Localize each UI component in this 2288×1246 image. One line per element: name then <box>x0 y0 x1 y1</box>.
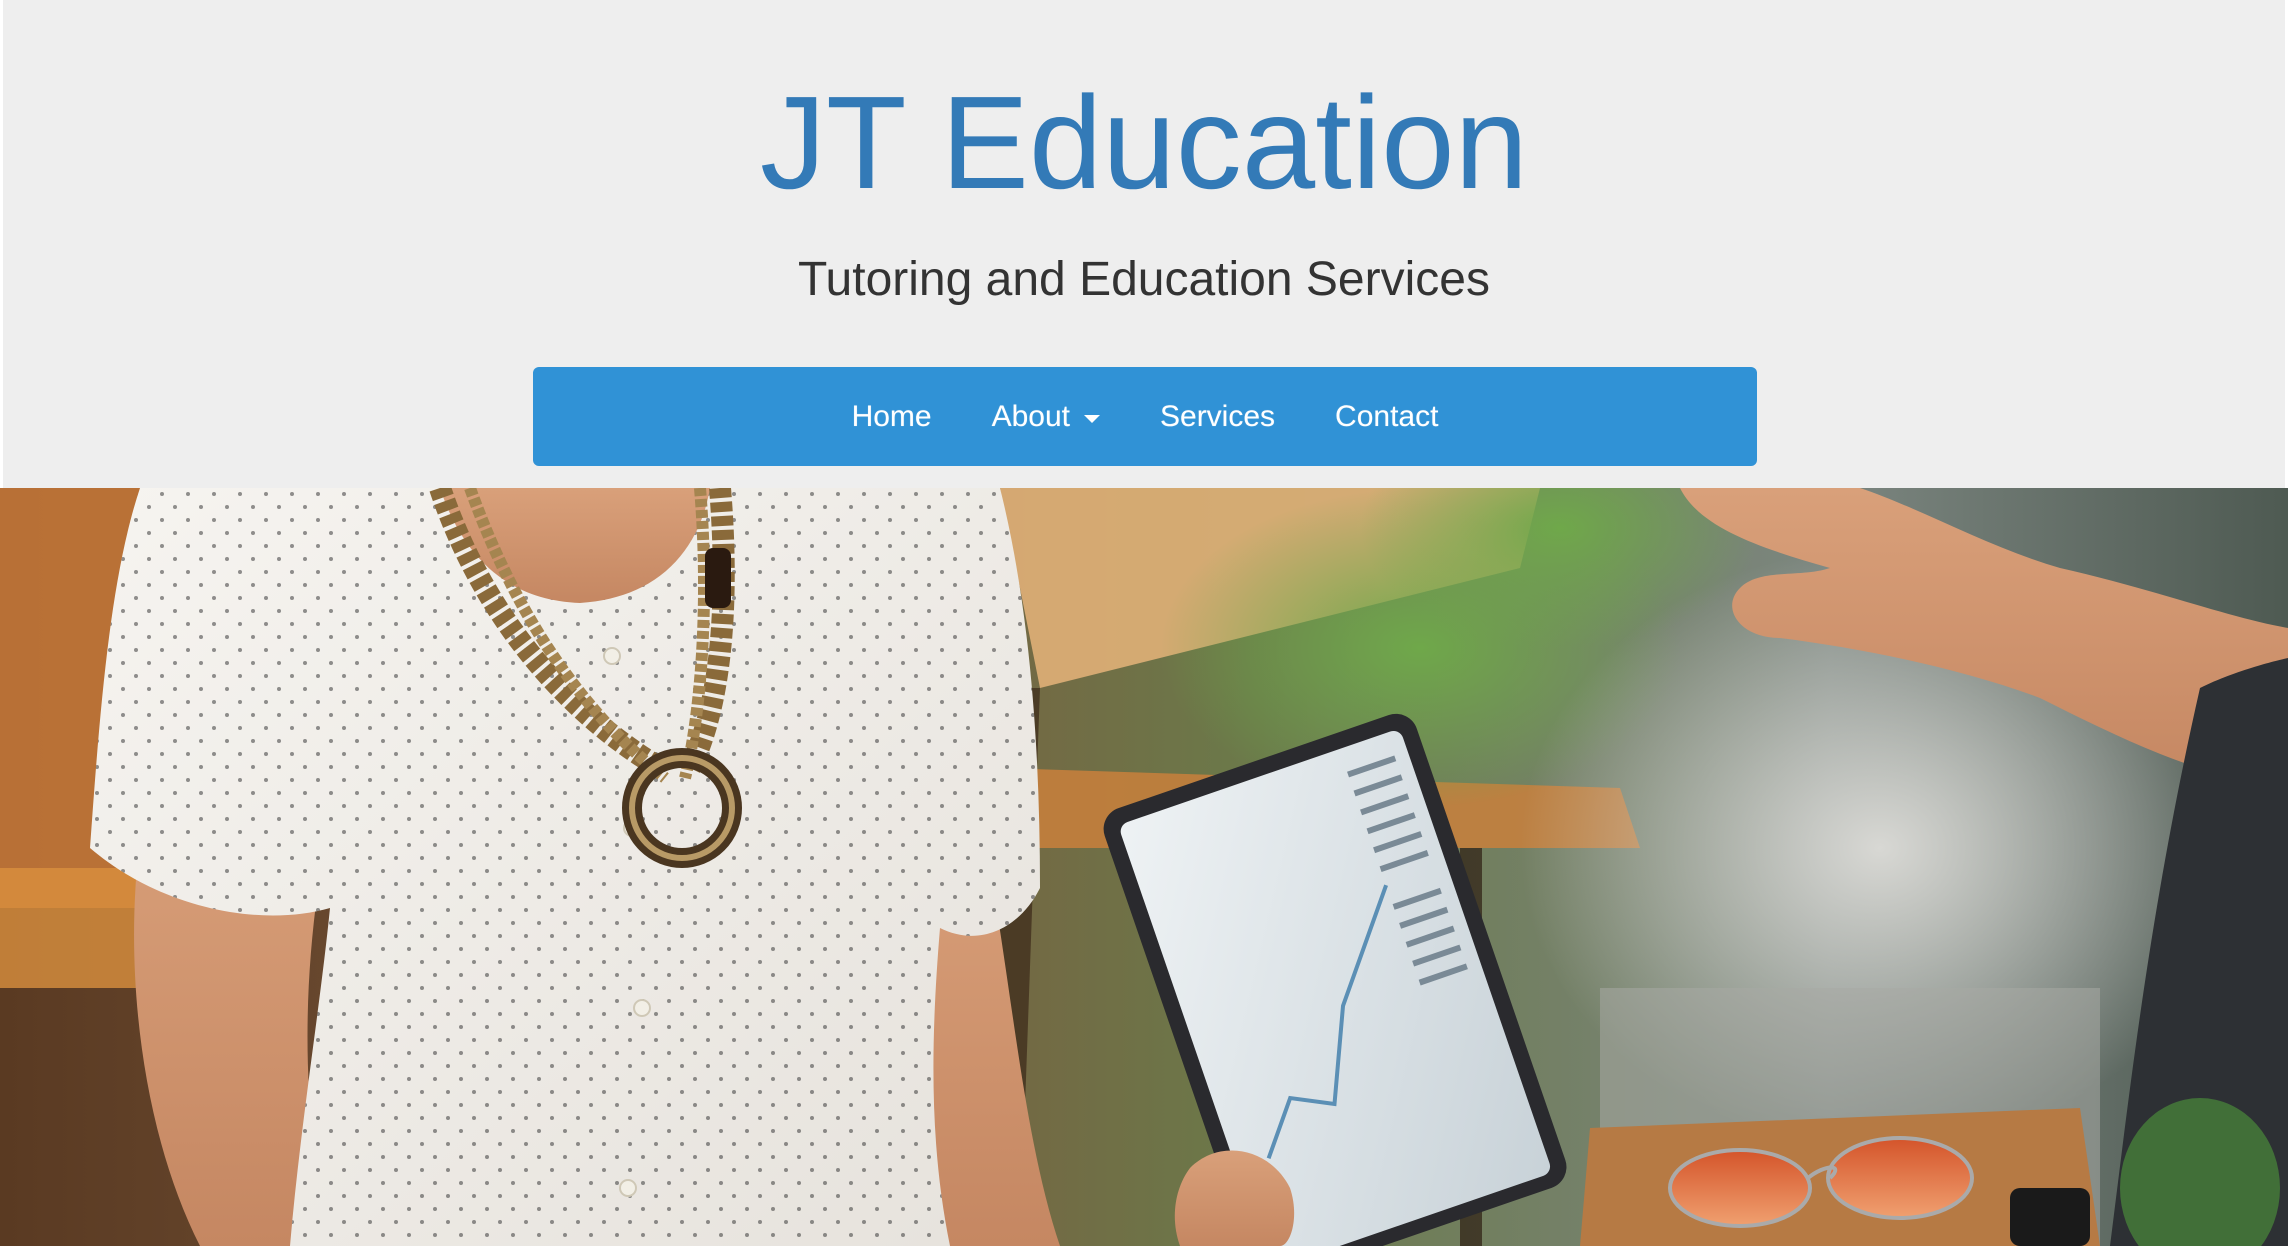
site-title[interactable]: JT Education <box>3 68 2285 218</box>
site-header: JT Education Tutoring and Education Serv… <box>0 0 2288 488</box>
nav-item-label: Contact <box>1335 399 1439 433</box>
nav-item-services[interactable]: Services <box>1130 367 1305 466</box>
page: JT Education Tutoring and Education Serv… <box>0 0 2288 1246</box>
site-tagline: Tutoring and Education Services <box>798 253 1490 306</box>
hero-photo <box>0 488 2288 1246</box>
nav-item-label: Services <box>1160 399 1276 433</box>
hero-image <box>0 488 2288 1246</box>
nav-list: Home About Services Contact <box>822 367 1469 466</box>
nav-item-label: Home <box>851 399 932 433</box>
main-navbar: Home About Services Contact <box>533 367 1757 466</box>
nav-item-contact[interactable]: Contact <box>1305 367 1468 466</box>
caret-down-icon <box>1084 414 1100 423</box>
nav-item-about[interactable]: About <box>962 367 1130 466</box>
nav-item-home[interactable]: Home <box>822 367 962 466</box>
nav-item-label: About <box>991 399 1070 433</box>
